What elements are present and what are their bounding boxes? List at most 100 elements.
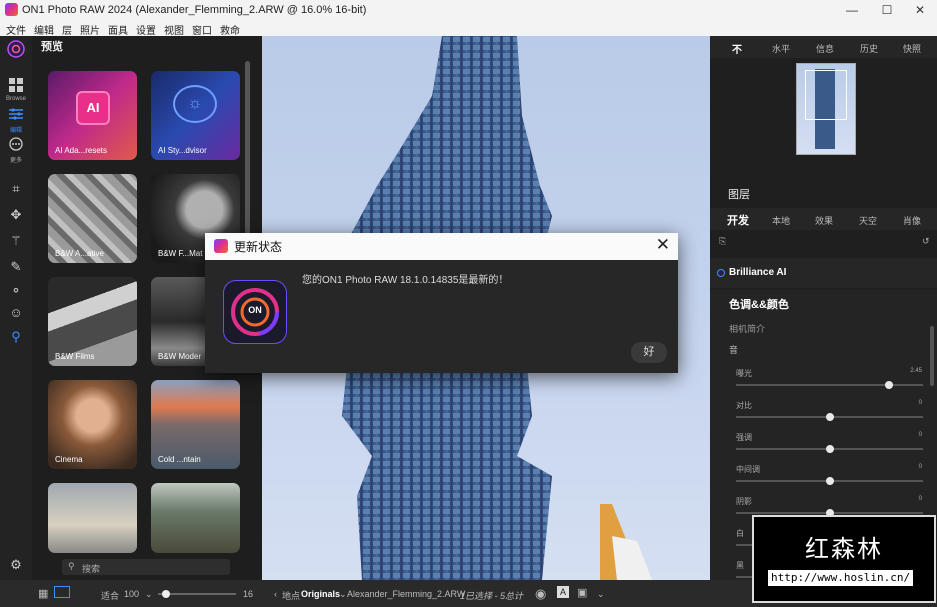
on1-app-logo: ON — [223, 280, 287, 344]
adjustment-slider[interactable] — [736, 413, 923, 421]
zoom-slider[interactable] — [158, 590, 236, 598]
adjustment-label: 阴影 — [736, 497, 752, 506]
preset-scale-photo[interactable] — [48, 483, 137, 553]
menu-help[interactable]: 救命 — [220, 22, 240, 37]
watermark-text: 红森林 — [805, 535, 883, 563]
dialog-message: 您的ON1 Photo RAW 18.1.0.14835是最新的！ — [302, 275, 509, 286]
adjustment-slider[interactable] — [736, 381, 923, 389]
grid-view-icon[interactable]: ▦ — [38, 587, 48, 600]
tab-info[interactable]: 信息 — [816, 42, 834, 55]
ok-button[interactable]: 好 — [631, 342, 667, 363]
layers-title: 图层 — [728, 189, 750, 201]
adjustment-slider[interactable] — [736, 445, 923, 453]
tab-local[interactable]: 本地 — [772, 214, 790, 227]
retouch-icon[interactable]: ⚬ — [6, 282, 26, 300]
preset-label: Cinema — [55, 455, 83, 464]
logo-text: ON — [248, 305, 262, 315]
preset-ai-adaptive[interactable]: AI AI Ada...resets — [48, 71, 137, 160]
edit-label: 编辑 — [9, 128, 22, 134]
menu-view[interactable]: 视图 — [164, 22, 184, 37]
tool-strip: Browse 编辑 更多 ⌗ ✥ ⚚ ✎ ⚬ ☺ ⚲ ⚙ — [0, 36, 32, 607]
camera-profile-label[interactable]: 相机简介 — [729, 322, 765, 335]
portrait-icon[interactable]: ☺ — [6, 304, 26, 322]
zoom-slider-knob[interactable] — [162, 590, 170, 598]
navigator-view-box[interactable] — [805, 70, 847, 120]
menu-file[interactable]: 文件 — [6, 22, 26, 37]
fit-label[interactable]: 适合 — [101, 589, 119, 602]
folder-chevron-icon[interactable]: ⌄ — [339, 589, 347, 600]
brilliance-toggle-icon[interactable] — [717, 269, 725, 277]
preset-bw-alternative[interactable]: B&W A...ative — [48, 174, 137, 263]
brilliance-ai-label: Brilliance AI — [729, 267, 787, 278]
menu-settings[interactable]: 设置 — [136, 22, 156, 37]
settings-people-icon[interactable]: ⚙ — [6, 556, 26, 574]
tab-history[interactable]: 历史 — [860, 42, 878, 55]
slider-knob[interactable] — [825, 477, 834, 485]
zoom-value[interactable]: 100 — [124, 589, 139, 599]
menu-photo[interactable]: 照片 — [80, 22, 100, 37]
app-icon — [5, 3, 18, 16]
zoom-dropdown-icon[interactable]: ⌄ — [145, 589, 153, 600]
tab-develop[interactable]: 开发 — [727, 212, 749, 228]
preset-bw-films[interactable]: B&W Films — [48, 277, 137, 366]
preset-label: B&W A...ative — [55, 249, 104, 258]
search-input[interactable]: ⚲ 搜索 — [62, 559, 230, 575]
ai-chip-icon: AI — [76, 91, 110, 125]
back-chevron-icon[interactable]: ‹ — [274, 589, 277, 599]
preset-landscape-photo[interactable] — [151, 483, 240, 553]
magic-wand-icon[interactable]: ⚚ — [6, 232, 26, 250]
file-name: Alexander_Flemming_2.ARW — [347, 589, 466, 599]
tab-portrait[interactable]: 肖像 — [903, 214, 921, 227]
search-icon: ⚲ — [68, 561, 75, 571]
minimize-button[interactable]: — — [835, 0, 869, 20]
adjustment-value: 0 — [918, 496, 922, 502]
more-icon[interactable] — [6, 137, 26, 155]
on1-logo-icon[interactable] — [6, 40, 26, 58]
browser-scrollbar[interactable] — [245, 61, 250, 251]
mask-view-icon[interactable]: ▣ — [577, 586, 587, 599]
preset-cinema[interactable]: Cinema — [48, 380, 137, 469]
tab-effects[interactable]: 效果 — [815, 214, 833, 227]
view-dropdown-icon[interactable]: ⌄ — [597, 589, 605, 600]
menu-window[interactable]: 窗口 — [192, 22, 212, 37]
menu-edit[interactable]: 编辑 — [34, 22, 54, 37]
right-scrollbar[interactable] — [930, 326, 934, 386]
preview-eye-icon[interactable]: ◉ — [535, 586, 546, 602]
preset-label: Cold ...ntain — [158, 455, 201, 464]
tab-sky[interactable]: 天空 — [859, 214, 877, 227]
adjustment-value: 2.45 — [910, 368, 922, 374]
folder-name[interactable]: Originals — [301, 589, 340, 599]
adjustment-slider[interactable] — [736, 509, 923, 517]
transform-icon[interactable]: ✥ — [6, 206, 26, 224]
tab-navigator[interactable]: 不 — [732, 41, 742, 56]
title-bar: ON1 Photo RAW 2024 (Alexander_Flemming_2… — [0, 0, 937, 20]
slider-knob[interactable] — [825, 413, 834, 421]
dialog-close-icon[interactable]: ✕ — [656, 235, 670, 255]
tab-snapshots[interactable]: 快照 — [903, 42, 921, 55]
copy-settings-icon[interactable]: ⎘ — [719, 236, 726, 247]
preset-ai-style-advisor[interactable]: ☼ AI Sty...dvisor — [151, 71, 240, 160]
brush-icon[interactable]: ✎ — [6, 258, 26, 276]
annotation-icon[interactable]: A — [557, 586, 569, 598]
single-view-icon[interactable] — [54, 586, 70, 598]
crop-icon[interactable]: ⌗ — [6, 180, 26, 198]
menu-bar: 文件 编辑 层 照片 面具 设置 视图 窗口 救命 — [0, 20, 937, 37]
watermark-url: http://www.hoslin.cn/ — [768, 570, 914, 586]
edit-sliders-icon[interactable] — [6, 107, 26, 125]
browse-grid-icon[interactable] — [6, 78, 26, 96]
close-window-button[interactable]: ✕ — [903, 0, 937, 20]
maximize-button[interactable]: ☐ — [870, 0, 904, 20]
adjustment-slider[interactable] — [736, 477, 923, 485]
menu-mask[interactable]: 面具 — [108, 22, 128, 37]
dialog-app-icon — [214, 239, 228, 253]
dialog-header: 更新状态 ✕ — [205, 233, 678, 260]
slider-knob[interactable] — [825, 445, 834, 453]
window-title: ON1 Photo RAW 2024 (Alexander_Flemming_2… — [22, 4, 367, 16]
zoom-tool-icon[interactable]: ⚲ — [6, 328, 26, 346]
preset-cold-mountain[interactable]: Cold ...ntain — [151, 380, 240, 469]
reset-icon[interactable]: ↺ — [922, 236, 930, 247]
menu-layer[interactable]: 层 — [62, 22, 72, 37]
adjustment-label: 曝光 — [736, 369, 752, 378]
tab-level[interactable]: 水平 — [772, 42, 790, 55]
navigator-thumbnail[interactable] — [796, 63, 856, 155]
